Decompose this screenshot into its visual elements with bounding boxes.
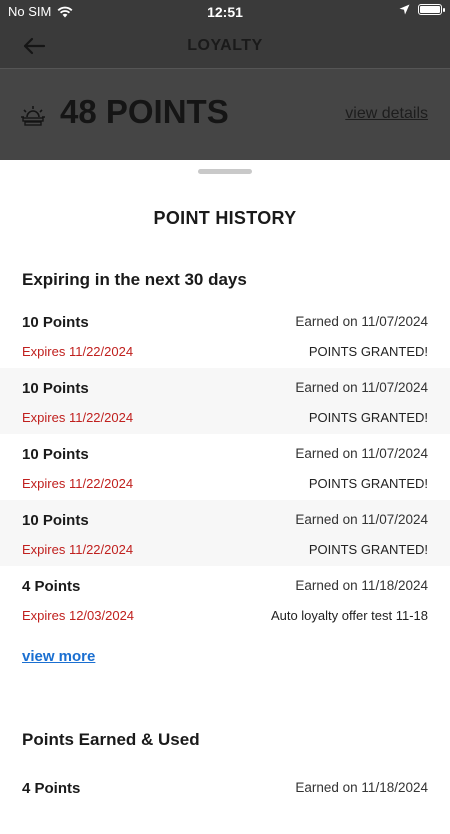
row-expiry-date: Expires 11/22/2024 bbox=[22, 410, 134, 425]
row-points: 10 Points bbox=[22, 446, 89, 463]
points-total: 48 POINTS bbox=[60, 93, 229, 130]
row-status: POINTS GRANTED! bbox=[308, 344, 428, 359]
history-row: 10 Points Earned on 11/07/2024 Expires 1… bbox=[0, 368, 450, 434]
row-expiry-date: Expires 11/22/2024 bbox=[22, 344, 134, 359]
status-bar: No SIM 12:51 bbox=[0, 0, 450, 24]
page-title: LOYALTY bbox=[187, 37, 263, 54]
row-status: POINTS GRANTED! bbox=[308, 476, 428, 491]
row-earned-date: Earned on 11/18/2024 bbox=[295, 780, 428, 795]
history-row: 4 Points Earned on 11/18/2024 bbox=[0, 768, 450, 834]
history-row: 4 Points Earned on 11/18/2024 Expires 12… bbox=[0, 566, 450, 632]
row-earned-date: Earned on 11/07/2024 bbox=[295, 380, 428, 395]
row-points: 10 Points bbox=[22, 314, 89, 331]
row-earned-date: Earned on 11/07/2024 bbox=[295, 314, 428, 329]
row-points: 10 Points bbox=[22, 380, 89, 397]
sheet-title: POINT HISTORY bbox=[153, 208, 297, 228]
sheet-drag-handle[interactable] bbox=[198, 169, 252, 174]
history-row: 10 Points Earned on 11/07/2024 Expires 1… bbox=[0, 500, 450, 566]
location-arrow-icon bbox=[399, 4, 410, 15]
row-status: POINTS GRANTED! bbox=[308, 542, 428, 557]
row-status: Auto loyalty offer test 11-18 bbox=[270, 608, 428, 623]
row-earned-date: Earned on 11/07/2024 bbox=[295, 446, 428, 461]
history-row: 10 Points Earned on 11/07/2024 Expires 1… bbox=[0, 302, 450, 368]
row-points: 10 Points bbox=[22, 512, 89, 529]
status-right-group bbox=[399, 4, 445, 15]
view-more-link[interactable]: view more bbox=[22, 648, 95, 665]
row-expiry-date: Expires 11/22/2024 bbox=[22, 476, 134, 491]
row-status: POINTS GRANTED! bbox=[308, 410, 428, 425]
row-earned-date: Earned on 11/18/2024 bbox=[295, 578, 428, 593]
row-points: 4 Points bbox=[22, 578, 81, 595]
battery-icon bbox=[418, 4, 445, 15]
row-points: 4 Points bbox=[22, 780, 81, 797]
points-summary: 48 POINTS view details bbox=[0, 68, 450, 161]
history-row: 10 Points Earned on 11/07/2024 Expires 1… bbox=[0, 434, 450, 500]
points-sunrise-icon bbox=[21, 106, 45, 126]
point-history-sheet: POINT HISTORY Expiring in the next 30 da… bbox=[0, 160, 450, 800]
earned-used-section-title: Points Earned & Used bbox=[22, 730, 200, 749]
row-earned-date: Earned on 11/07/2024 bbox=[295, 512, 428, 527]
expiring-section-title: Expiring in the next 30 days bbox=[22, 270, 247, 289]
clock: 12:51 bbox=[207, 4, 243, 20]
view-details-link[interactable]: view details bbox=[345, 105, 428, 123]
nav-bar: LOYALTY bbox=[0, 24, 450, 68]
row-expiry-date: Expires 12/03/2024 bbox=[22, 608, 135, 623]
row-expiry-date: Expires 11/22/2024 bbox=[22, 542, 134, 557]
